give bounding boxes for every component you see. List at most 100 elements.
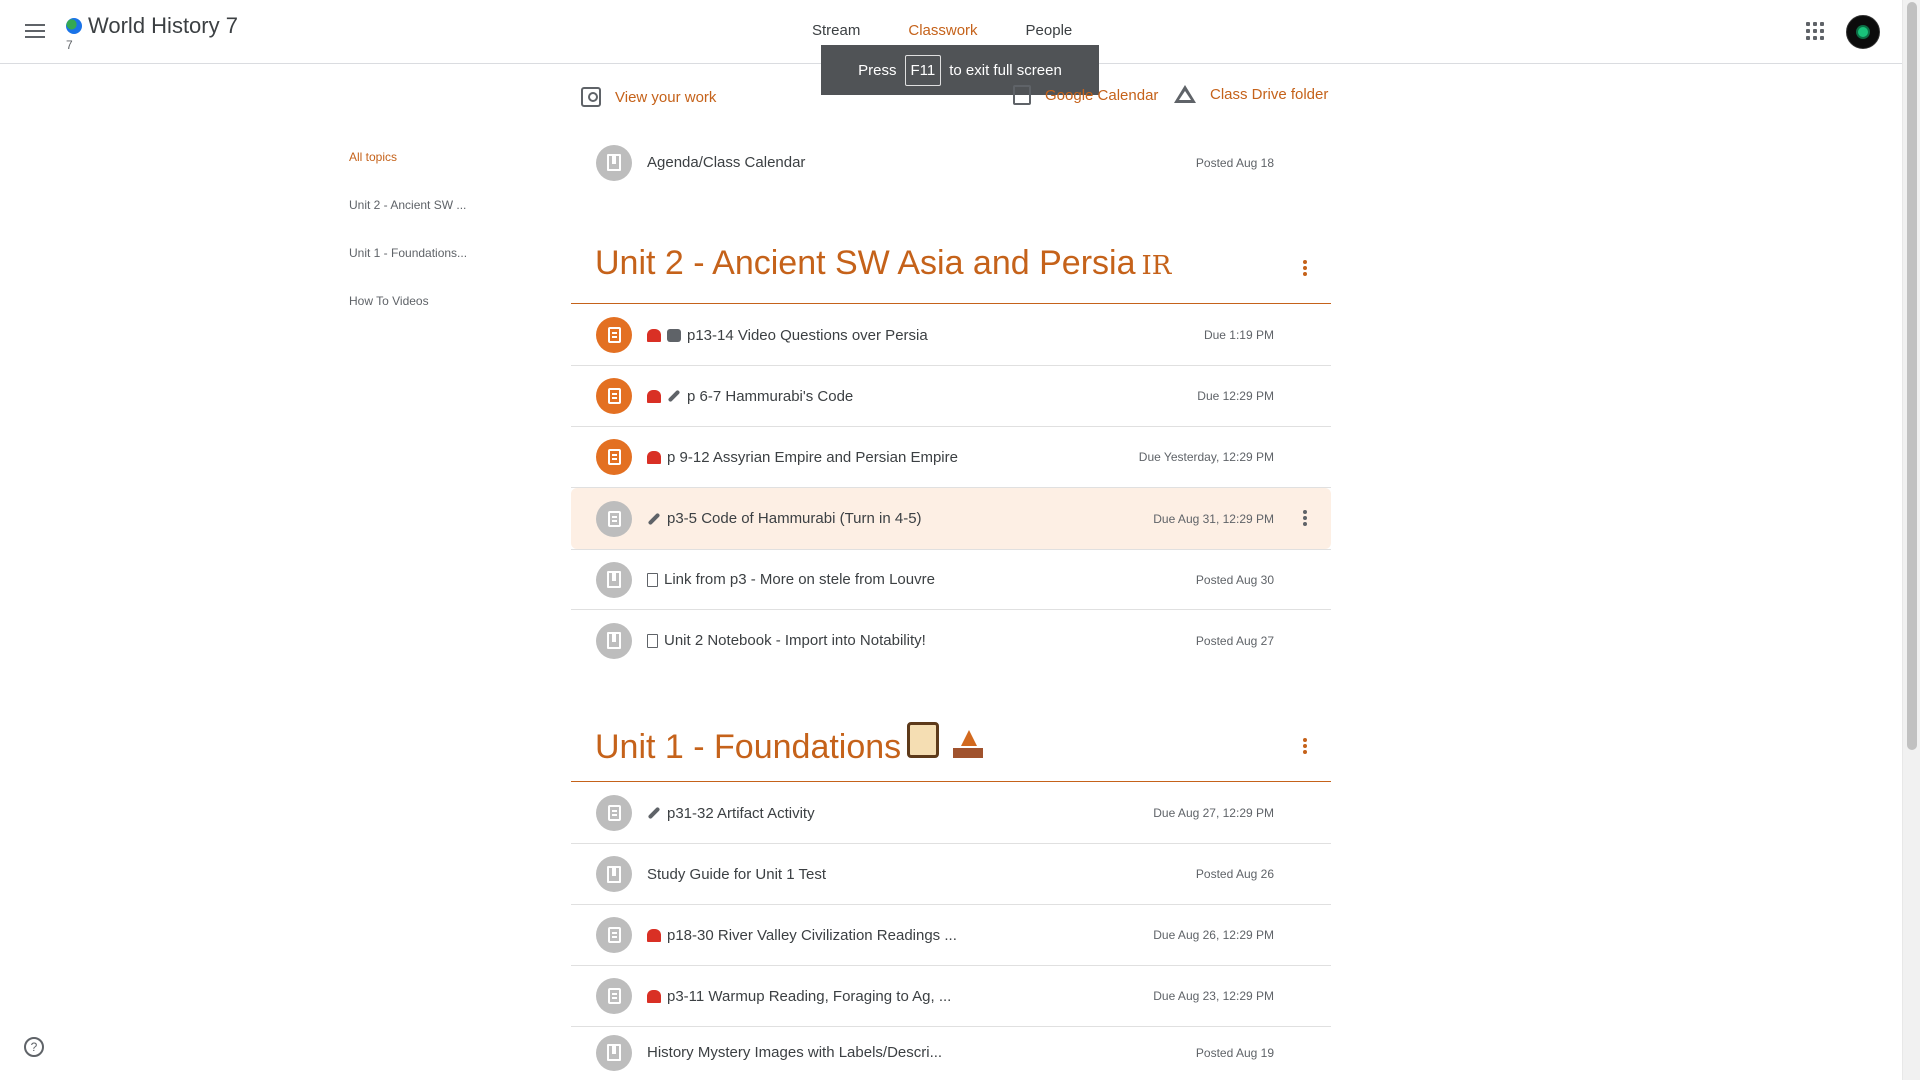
item-title: Unit 2 Notebook - Import into Notability… — [664, 632, 926, 649]
main-menu-button[interactable] — [22, 20, 48, 44]
item-date: Due Yesterday, 12:29 PM — [1138, 450, 1274, 464]
account-avatar[interactable] — [1846, 15, 1880, 49]
item-title: p13-14 Video Questions over Persia — [687, 326, 928, 344]
pen-icon — [667, 389, 681, 403]
item-title: p 6-7 Hammurabi's Code — [687, 387, 854, 405]
drive-label: Class Drive folder — [1210, 85, 1329, 103]
item-title: Study Guide for Unit 1 Test — [647, 865, 826, 883]
siren-icon — [647, 450, 661, 464]
topic-more-button[interactable] — [1303, 738, 1307, 742]
topic-nav: All topics Unit 2 - Ancient SW ... Unit … — [349, 150, 489, 342]
class-title[interactable]: World History 7 — [66, 13, 238, 39]
material-item[interactable]: Link from p3 - More on stele from Louvre… — [571, 549, 1331, 610]
camping-icon — [953, 730, 984, 758]
assignment-icon — [596, 378, 632, 414]
class-name: World History 7 — [88, 13, 238, 38]
assignment-icon — [596, 917, 632, 953]
more-vert-icon — [1303, 260, 1307, 264]
material-item[interactable]: History Mystery Images with Labels/Descr… — [571, 1025, 1331, 1080]
topic-unit-2[interactable]: Unit 2 - Ancient SW ... — [349, 198, 489, 246]
help-button[interactable]: ? — [24, 1037, 44, 1057]
class-section: 7 — [66, 38, 73, 52]
item-title: p3-11 Warmup Reading, Foraging to Ag, ..… — [667, 987, 952, 1005]
calendar-label: Google Calendar — [1045, 86, 1159, 104]
item-more-button[interactable] — [1303, 510, 1307, 528]
assignment-item[interactable]: p18-30 River Valley Civilization Reading… — [571, 905, 1331, 966]
item-date: Posted Aug 18 — [1195, 155, 1274, 170]
assignment-icon — [596, 795, 632, 831]
view-work-label: View your work — [615, 88, 717, 106]
page-icon — [647, 572, 658, 587]
more-vert-icon — [1303, 738, 1307, 742]
item-date: Due Aug 26, 12:29 PM — [1153, 928, 1274, 942]
toast-key: F11 — [904, 54, 942, 86]
topic-unit-1[interactable]: Unit 1 - Foundations... — [349, 246, 489, 294]
assignment-icon — [596, 500, 632, 537]
view-your-work-link[interactable]: View your work — [581, 87, 716, 107]
item-date: Posted Aug 19 — [1195, 1045, 1274, 1060]
item-title: p3-5 Code of Hammurabi (Turn in 4-5) — [667, 510, 922, 527]
item-title: p 9-12 Assyrian Empire and Persian Empir… — [667, 448, 958, 466]
scroll-icon — [907, 722, 940, 758]
topic-title: Unit 2 - Ancient SW Asia and Persia — [595, 244, 1136, 282]
item-title: Link from p3 - More on stele from Louvre — [664, 571, 935, 588]
material-item[interactable]: Study Guide for Unit 1 Test Posted Aug 2… — [571, 844, 1331, 905]
video-icon — [667, 328, 681, 342]
siren-icon — [647, 389, 661, 403]
topic-header-unit-2: Unit 2 - Ancient SW Asia and Persia IR — [571, 244, 1331, 304]
assignment-item[interactable]: p13-14 Video Questions over Persia Due 1… — [571, 305, 1331, 366]
topic-how-to-videos[interactable]: How To Videos — [349, 294, 489, 342]
siren-icon — [647, 989, 661, 1003]
item-title: History Mystery Images with Labels/Descr… — [647, 1044, 943, 1061]
item-title: Agenda/Class Calendar — [647, 154, 806, 171]
assignment-ind-icon — [581, 87, 601, 107]
assignment-item[interactable]: p3-11 Warmup Reading, Foraging to Ag, ..… — [571, 966, 1331, 1027]
material-icon — [596, 561, 632, 598]
assignment-item[interactable]: p31-32 Artifact Activity Due Aug 27, 12:… — [571, 783, 1331, 844]
drive-icon — [1174, 85, 1196, 103]
item-date: Due Aug 27, 12:29 PM — [1153, 806, 1274, 820]
topic-title: Unit 1 - Foundations — [595, 728, 902, 766]
item-date: Due 12:29 PM — [1197, 389, 1274, 403]
topic-suffix: IR — [1141, 251, 1172, 281]
item-date: Posted Aug 30 — [1195, 572, 1274, 587]
google-calendar-link[interactable]: Google Calendar — [1013, 85, 1158, 105]
item-date: Due Aug 23, 12:29 PM — [1153, 989, 1274, 1003]
item-date: Posted Aug 26 — [1195, 867, 1274, 881]
page-icon — [647, 633, 658, 648]
material-item[interactable]: Unit 2 Notebook - Import into Notability… — [571, 610, 1331, 671]
class-drive-folder-link[interactable]: Class Drive folder — [1174, 85, 1328, 103]
assignment-item[interactable]: p 9-12 Assyrian Empire and Persian Empir… — [571, 427, 1331, 488]
item-date: Due 1:19 PM — [1203, 328, 1274, 342]
assignment-icon — [596, 978, 632, 1014]
item-title: p18-30 River Valley Civilization Reading… — [667, 926, 957, 944]
assignment-item[interactable]: p 6-7 Hammurabi's Code Due 12:29 PM — [571, 366, 1331, 427]
topic-header-unit-1: Unit 1 - Foundations — [571, 722, 1331, 782]
material-icon — [596, 1034, 632, 1071]
toast-press: Press — [858, 61, 897, 79]
classroom-page: World History 7 7 Stream Classwork Peopl… — [0, 0, 1920, 1080]
pen-icon — [647, 512, 661, 525]
material-icon — [596, 144, 632, 181]
menu-icon — [25, 24, 45, 26]
google-apps-button[interactable] — [1806, 22, 1824, 40]
material-item[interactable]: Agenda/Class Calendar Posted Aug 18 — [571, 132, 1331, 193]
item-date: Due Aug 31, 12:29 PM — [1153, 511, 1274, 526]
scrollbar-thumb[interactable] — [1907, 2, 1917, 750]
topic-more-button[interactable] — [1303, 260, 1307, 264]
more-vert-icon — [1303, 510, 1307, 514]
page-scrollbar[interactable] — [1902, 0, 1920, 1080]
siren-icon — [647, 928, 661, 942]
calendar-icon — [1013, 85, 1031, 105]
material-icon — [596, 856, 632, 892]
material-icon — [596, 622, 632, 659]
item-date: Posted Aug 27 — [1195, 633, 1274, 648]
assignment-icon — [596, 317, 632, 353]
siren-icon — [647, 328, 661, 342]
assignment-item[interactable]: p3-5 Code of Hammurabi (Turn in 4-5) Due… — [571, 488, 1331, 549]
toast-message: to exit full screen — [949, 61, 1062, 79]
pen-icon — [647, 806, 661, 820]
assignment-icon — [596, 439, 632, 475]
item-title: p31-32 Artifact Activity — [667, 804, 815, 822]
topic-all[interactable]: All topics — [349, 150, 489, 198]
